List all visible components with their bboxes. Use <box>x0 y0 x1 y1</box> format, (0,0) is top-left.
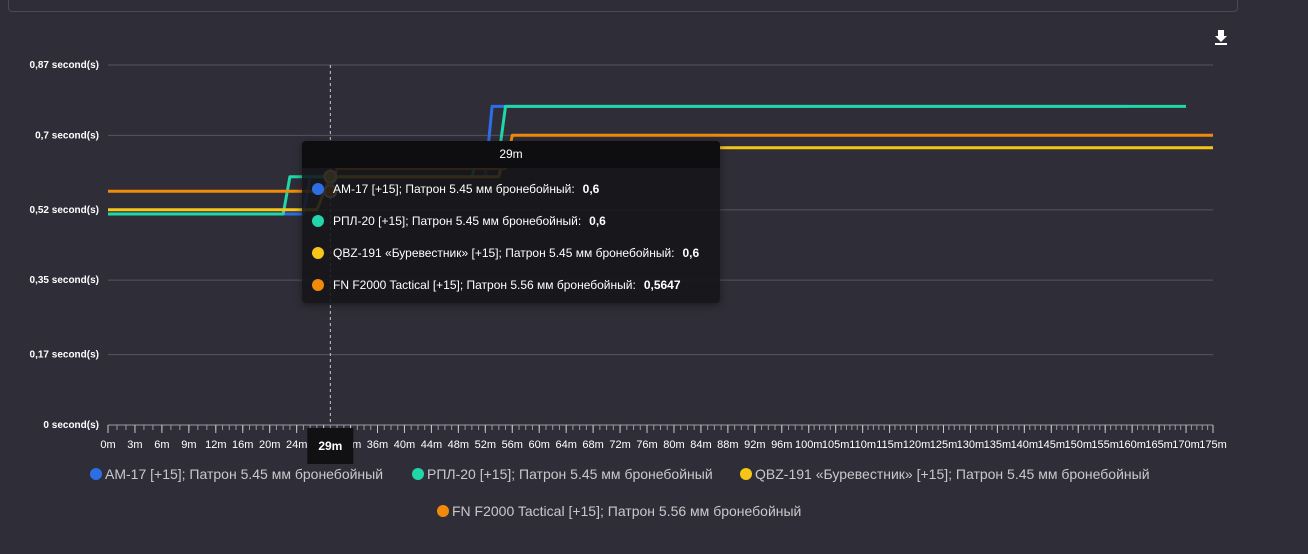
x-tick-label: 110m <box>849 439 876 451</box>
crosshair-label: 29m <box>318 439 342 453</box>
x-tick-label: 80m <box>663 439 684 451</box>
x-tick-label: 150m <box>1064 439 1092 451</box>
x-tick-label: 160m <box>1118 439 1146 451</box>
x-tick-label: 48m <box>448 439 469 451</box>
tooltip-row-label: QBZ-191 «Буревестник» [+15]; Патрон 5.45… <box>333 246 675 260</box>
x-tick-label: 56m <box>502 439 523 451</box>
x-tick-label: 72m <box>609 439 630 451</box>
tooltip-row: QBZ-191 «Буревестник» [+15]; Патрон 5.45… <box>312 245 699 261</box>
tooltip-row-label: AM-17 [+15]; Патрон 5.45 мм бронебойный: <box>333 182 575 196</box>
x-tick-label: 170m <box>1172 439 1200 451</box>
x-tick-label: 24m <box>286 439 307 451</box>
y-tick-label: 0,87 second(s) <box>30 60 99 71</box>
y-tick-label: 0,7 second(s) <box>35 130 99 141</box>
x-tick-label: 60m <box>529 439 550 451</box>
x-tick-label: 92m <box>744 439 765 451</box>
x-tick-label: 44m <box>421 439 442 451</box>
x-tick-label: 155m <box>1091 439 1119 451</box>
tooltip-title: 29m <box>302 141 720 168</box>
legend-label: FN F2000 Tactical [+15]; Патрон 5.56 мм … <box>452 503 802 519</box>
tooltip-row-value: 0,6 <box>682 246 700 260</box>
x-tick-label: 130m <box>957 439 985 451</box>
x-tick-label: 84m <box>690 439 711 451</box>
x-tick-label: 105m <box>822 439 850 451</box>
y-tick-label: 0,35 second(s) <box>30 275 99 286</box>
x-tick-label: 145m <box>1038 439 1066 451</box>
x-tick-label: 0m <box>100 439 115 451</box>
legend-dot <box>90 468 102 480</box>
series-dot <box>312 279 324 291</box>
tooltip-row-label: FN F2000 Tactical [+15]; Патрон 5.56 мм … <box>333 278 636 292</box>
legend-item-qbz191[interactable]: QBZ-191 «Буревестник» [+15]; Патрон 5.45… <box>740 465 1150 483</box>
series-dot <box>312 215 324 227</box>
y-tick-label: 0 second(s) <box>43 420 99 431</box>
x-tick-label: 76m <box>636 439 657 451</box>
x-tick-label: 120m <box>903 439 931 451</box>
legend-item-fn-f2000[interactable]: FN F2000 Tactical [+15]; Патрон 5.56 мм … <box>437 502 801 520</box>
x-tick-label: 140m <box>1011 439 1039 451</box>
legend-dot <box>412 468 424 480</box>
x-tick-label: 36m <box>367 439 388 451</box>
x-tick-label: 68m <box>582 439 603 451</box>
x-tick-label: 20m <box>259 439 280 451</box>
x-tick-label: 40m <box>394 439 415 451</box>
legend-label: РПЛ-20 [+15]; Патрон 5.45 мм бронебойный <box>427 466 713 482</box>
legend-item-rpl20[interactable]: РПЛ-20 [+15]; Патрон 5.45 мм бронебойный <box>412 465 713 483</box>
legend-label: QBZ-191 «Буревестник» [+15]; Патрон 5.45… <box>755 466 1150 482</box>
x-tick-label: 175m <box>1199 439 1227 451</box>
series-dot <box>312 183 324 195</box>
tooltip-row-value: 0,6 <box>589 214 606 228</box>
x-tick-label: 100m <box>795 439 823 451</box>
tooltip-row: AM-17 [+15]; Патрон 5.45 мм бронебойный:… <box>312 181 599 197</box>
x-tick-label: 9m <box>181 439 196 451</box>
tooltip-row-value: 0,5647 <box>643 278 681 292</box>
x-tick-label: 135m <box>984 439 1012 451</box>
x-tick-label: 165m <box>1145 439 1173 451</box>
tooltip-row: FN F2000 Tactical [+15]; Патрон 5.56 мм … <box>312 277 681 293</box>
legend-label: AM-17 [+15]; Патрон 5.45 мм бронебойный <box>105 466 384 482</box>
x-tick-label: 96m <box>771 439 792 451</box>
x-tick-label: 16m <box>232 439 253 451</box>
series-dot <box>312 247 324 259</box>
tooltip-row: РПЛ-20 [+15]; Патрон 5.45 мм бронебойный… <box>312 213 606 229</box>
legend-dot <box>437 505 449 517</box>
x-tick-label: 115m <box>876 439 903 451</box>
y-tick-label: 0,52 second(s) <box>30 205 99 216</box>
tooltip-row-label: РПЛ-20 [+15]; Патрон 5.45 мм бронебойный… <box>333 214 582 228</box>
legend-item-am17[interactable]: AM-17 [+15]; Патрон 5.45 мм бронебойный <box>90 465 383 483</box>
legend-dot <box>740 468 752 480</box>
x-tick-label: 64m <box>555 439 576 451</box>
tooltip-row-value: 0,6 <box>582 182 600 196</box>
x-tick-label: 52m <box>475 439 496 451</box>
y-tick-label: 0,17 second(s) <box>30 350 99 361</box>
x-tick-label: 125m <box>930 439 958 451</box>
x-tick-label: 3m <box>127 439 142 451</box>
x-tick-label: 88m <box>717 439 738 451</box>
x-tick-label: 6m <box>154 439 169 451</box>
x-tick-label: 12m <box>205 439 226 451</box>
chart-tooltip: 29m AM-17 [+15]; Патрон 5.45 мм бронебой… <box>302 141 720 303</box>
